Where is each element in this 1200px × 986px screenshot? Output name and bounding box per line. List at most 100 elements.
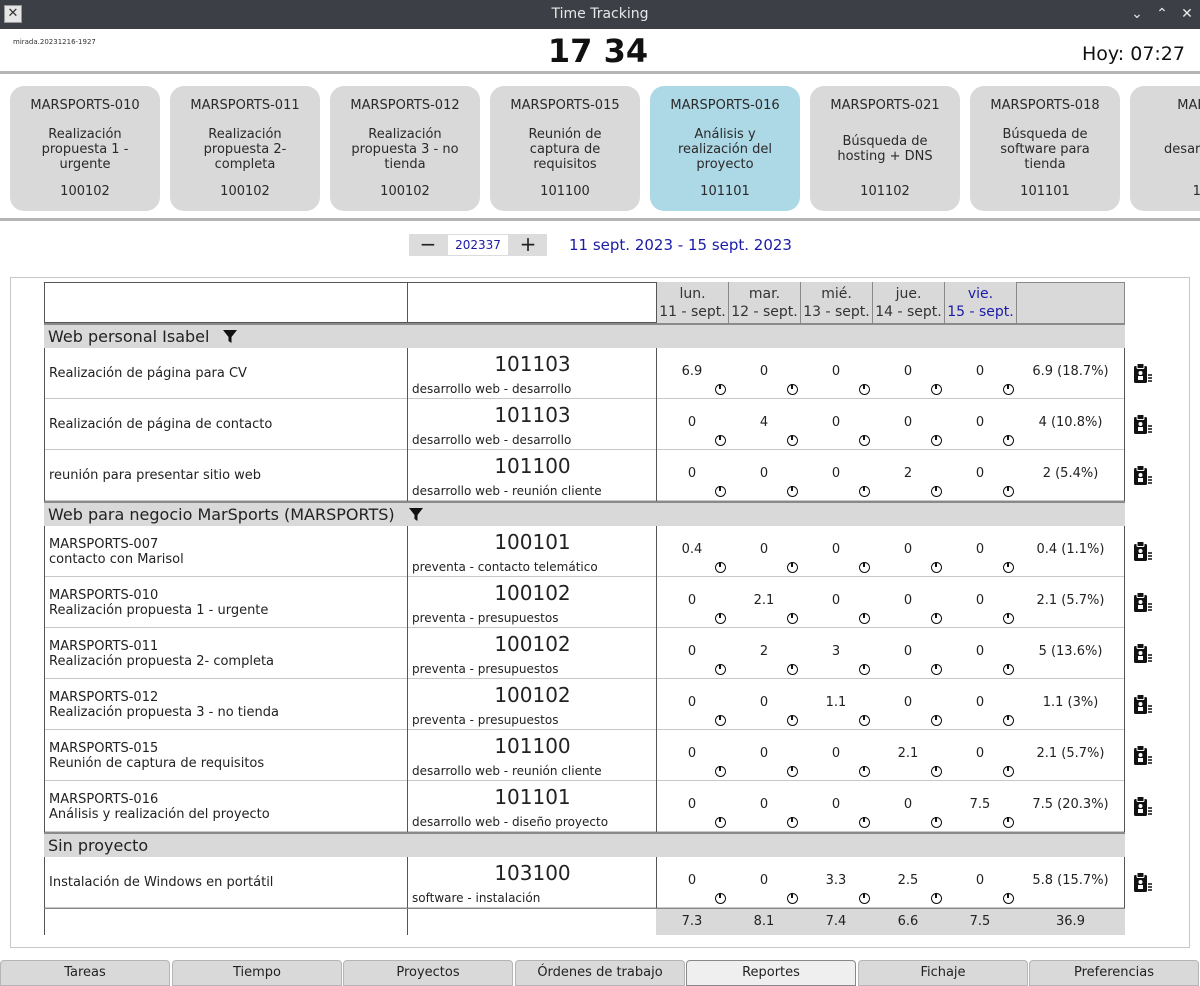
task-card[interactable]: MARSPORTS-015 Reunión de captura de requi… [490, 86, 640, 211]
day-hours-value[interactable]: 0 [944, 593, 1016, 608]
tab-preferencias[interactable]: Preferencias [1029, 960, 1199, 986]
timer-icon[interactable] [787, 486, 798, 497]
tab--rdenes-de-trabajo[interactable]: Órdenes de trabajo [515, 960, 685, 986]
timer-icon[interactable] [715, 613, 726, 624]
day-hours-value[interactable]: 3 [800, 644, 872, 659]
day-hours-value[interactable]: 7.5 [944, 797, 1016, 812]
timer-icon[interactable] [1003, 384, 1014, 395]
day-hours-value[interactable]: 6.9 [656, 364, 728, 379]
day-hours-value[interactable]: 0 [944, 746, 1016, 761]
day-hours-value[interactable]: 4 [728, 415, 800, 430]
timer-icon[interactable] [859, 613, 870, 624]
task-card[interactable]: MARSPO desarr págin 101 [1130, 86, 1200, 211]
timer-icon[interactable] [787, 715, 798, 726]
previous-week-button[interactable]: − [409, 234, 447, 256]
day-hours-value[interactable]: 0 [872, 415, 944, 430]
timer-icon[interactable] [787, 435, 798, 446]
timer-icon[interactable] [859, 817, 870, 828]
clipboard-icon[interactable] [1133, 592, 1153, 614]
timer-icon[interactable] [859, 715, 870, 726]
clipboard-icon[interactable] [1133, 872, 1153, 894]
day-hours-value[interactable]: 0 [656, 746, 728, 761]
day-hours-value[interactable]: 0 [872, 695, 944, 710]
clipboard-icon[interactable] [1133, 796, 1153, 818]
day-hours-value[interactable]: 0 [656, 415, 728, 430]
timer-icon[interactable] [931, 664, 942, 675]
day-hours-value[interactable]: 0 [872, 542, 944, 557]
day-hours-value[interactable]: 0 [944, 695, 1016, 710]
day-hours-value[interactable]: 0 [800, 593, 872, 608]
tab-tiempo[interactable]: Tiempo [172, 960, 342, 986]
timer-icon[interactable] [1003, 613, 1014, 624]
clipboard-icon[interactable] [1133, 541, 1153, 563]
timer-icon[interactable] [787, 384, 798, 395]
day-hours-value[interactable]: 0 [944, 466, 1016, 481]
day-hours-value[interactable]: 0 [728, 466, 800, 481]
task-card[interactable]: MARSPORTS-018 Búsqueda de software para t… [970, 86, 1120, 211]
timer-icon[interactable] [715, 435, 726, 446]
timer-icon[interactable] [1003, 562, 1014, 573]
day-hours-value[interactable]: 0 [872, 644, 944, 659]
clipboard-icon[interactable] [1133, 694, 1153, 716]
timer-icon[interactable] [859, 664, 870, 675]
timer-icon[interactable] [787, 613, 798, 624]
task-card[interactable]: MARSPORTS-016 Análisis y realización del … [650, 86, 800, 211]
timer-icon[interactable] [1003, 766, 1014, 777]
day-hours-value[interactable]: 3.3 [800, 873, 872, 888]
timer-icon[interactable] [787, 893, 798, 904]
clipboard-icon[interactable] [1133, 643, 1153, 665]
timer-icon[interactable] [931, 715, 942, 726]
day-hours-value[interactable]: 0 [728, 364, 800, 379]
timer-icon[interactable] [931, 486, 942, 497]
day-hours-value[interactable]: 0 [944, 542, 1016, 557]
day-hours-value[interactable]: 0 [800, 797, 872, 812]
clipboard-icon[interactable] [1133, 745, 1153, 767]
timer-icon[interactable] [715, 486, 726, 497]
timer-icon[interactable] [787, 766, 798, 777]
clipboard-icon[interactable] [1133, 363, 1153, 385]
timer-icon[interactable] [1003, 893, 1014, 904]
timer-icon[interactable] [859, 435, 870, 446]
timer-icon[interactable] [715, 766, 726, 777]
tab-reportes[interactable]: Reportes [686, 960, 856, 986]
timer-icon[interactable] [787, 562, 798, 573]
task-card[interactable]: MARSPORTS-010 Realización propuesta 1 - u… [10, 86, 160, 211]
day-hours-value[interactable]: 0 [944, 364, 1016, 379]
day-hours-value[interactable]: 0 [728, 695, 800, 710]
day-hours-value[interactable]: 0 [656, 797, 728, 812]
day-hours-value[interactable]: 0 [872, 593, 944, 608]
timer-icon[interactable] [859, 766, 870, 777]
day-hours-value[interactable]: 1.1 [800, 695, 872, 710]
timer-icon[interactable] [1003, 664, 1014, 675]
day-hours-value[interactable]: 0 [872, 364, 944, 379]
week-input[interactable]: 202337 [447, 234, 509, 256]
timer-icon[interactable] [931, 562, 942, 573]
timer-icon[interactable] [859, 486, 870, 497]
clipboard-icon[interactable] [1133, 465, 1153, 487]
day-hours-value[interactable]: 0 [800, 364, 872, 379]
timer-icon[interactable] [859, 893, 870, 904]
day-hours-value[interactable]: 0 [656, 644, 728, 659]
timer-icon[interactable] [715, 817, 726, 828]
day-hours-value[interactable]: 2.1 [872, 746, 944, 761]
timer-icon[interactable] [931, 613, 942, 624]
timer-icon[interactable] [1003, 486, 1014, 497]
timer-icon[interactable] [715, 893, 726, 904]
day-hours-value[interactable]: 0 [944, 415, 1016, 430]
day-hours-value[interactable]: 0 [656, 873, 728, 888]
day-hours-value[interactable]: 0 [728, 542, 800, 557]
filter-icon[interactable] [223, 327, 238, 343]
timer-icon[interactable] [715, 562, 726, 573]
day-hours-value[interactable]: 2.5 [872, 873, 944, 888]
timer-icon[interactable] [715, 715, 726, 726]
timer-icon[interactable] [859, 384, 870, 395]
day-hours-value[interactable]: 2 [872, 466, 944, 481]
day-hours-value[interactable]: 0 [800, 746, 872, 761]
day-hours-value[interactable]: 0 [728, 746, 800, 761]
day-hours-value[interactable]: 0 [656, 593, 728, 608]
chevron-down-icon[interactable]: ⌄ [1125, 0, 1149, 29]
task-card[interactable]: MARSPORTS-011 Realización propuesta 2- co… [170, 86, 320, 211]
timer-icon[interactable] [787, 664, 798, 675]
timer-icon[interactable] [931, 817, 942, 828]
day-hours-value[interactable]: 2.1 [728, 593, 800, 608]
